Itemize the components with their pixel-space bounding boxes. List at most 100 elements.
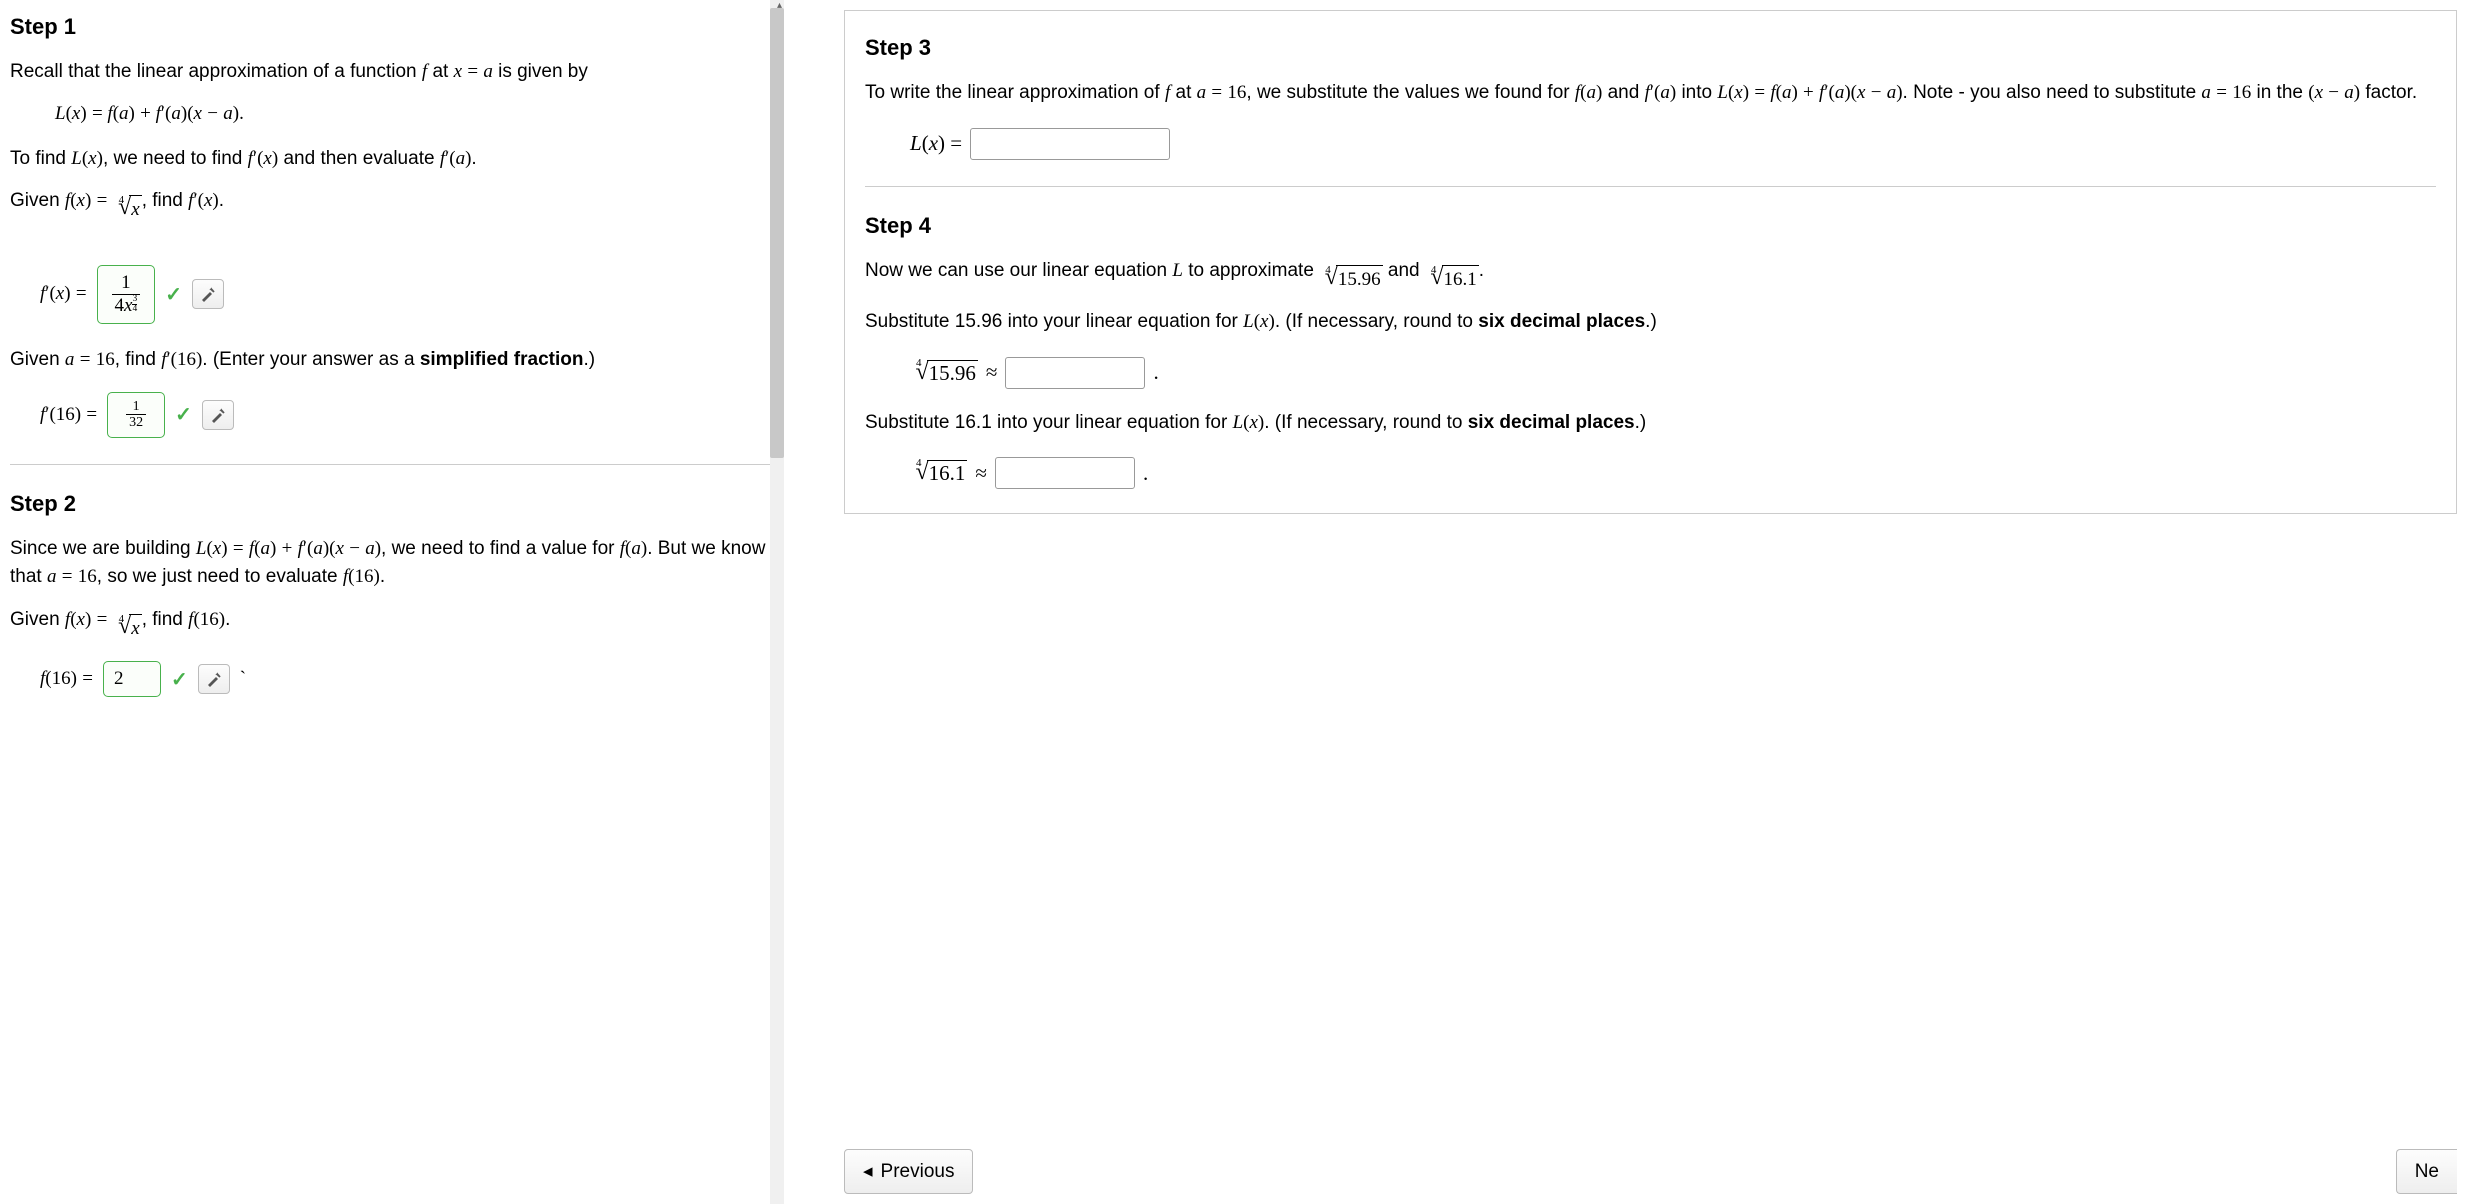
answer3-label: f(16) = [40,668,93,690]
Lx-input[interactable] [970,128,1170,160]
text: . [380,566,385,587]
check-icon: ✓ [175,402,192,427]
text: . [225,609,230,630]
text: to approximate [1183,260,1319,281]
text: To find [10,148,71,169]
text: Given [10,190,65,211]
answer2-label: f′(16) = [40,404,97,426]
bold: six decimal places [1478,311,1645,332]
text: Given [10,349,65,370]
text: . (If necessary, round to [1275,311,1478,332]
answer2-row: f′(16) = 1 32 ✓ [40,392,774,438]
triangle-left-icon: ◂ [863,1160,873,1183]
step4-p1: Now we can use our linear equation L to … [865,257,2436,295]
magic-wand-button[interactable] [198,664,230,694]
text: into [1676,82,1717,103]
denominator: 32 [126,415,146,430]
wand-icon [200,286,216,302]
text: , find [142,609,188,630]
step1-title: Step 1 [10,14,774,40]
root-1596-label: 4√15.96 [910,360,978,386]
previous-button[interactable]: ◂ Previous [844,1149,973,1194]
step3-title: Step 3 [865,35,2436,61]
step2-p2: Given f(x) = 4√x, find f(16). [10,606,774,644]
step4-p3: Substitute 16.1 into your linear equatio… [865,409,2436,438]
magic-wand-button[interactable] [202,400,234,430]
text: Substitute 15.96 into your linear equati… [865,311,1243,332]
bold: simplified fraction [420,349,584,370]
val: 15.96 [929,361,976,385]
text: Now we can use our linear equation [865,260,1172,281]
approx2-row: 4√16.1 ≈ . [910,457,2436,489]
check-icon: ✓ [165,282,182,307]
right-panel: Step 3 To write the linear approximation… [784,0,2467,1204]
text: . Note - you also need to substitute [1903,82,2202,103]
text: Substitute 16.1 into your linear equatio… [865,412,1233,433]
period: . [1153,360,1158,385]
step1-p4: Given a = 16, find f′(16). (Enter your a… [10,346,774,375]
numerator: 1 [126,399,146,415]
text: Recall that the linear approximation of … [10,61,422,82]
step1-p1: Recall that the linear approximation of … [10,58,774,87]
val: 16.1 [929,461,966,485]
text: , we need to find [103,148,248,169]
text: .) [583,349,595,370]
text: in the [2251,82,2308,103]
label: Previous [881,1161,955,1183]
text: and then evaluate [278,148,440,169]
approx-161-input[interactable] [995,457,1135,489]
text: .) [1645,311,1657,332]
text: , we substitute the values we found for [1246,82,1574,103]
text: factor. [2360,82,2417,103]
text: , so we just need to evaluate [97,566,343,587]
step3-p1: To write the linear approximation of f a… [865,79,2436,108]
answer2-box[interactable]: 1 32 [107,392,165,438]
answer1-label: f′(x) = [40,283,87,305]
text: . [219,190,224,211]
value: 2 [114,668,124,689]
scrollbar-thumb[interactable] [770,8,784,458]
approx-1596-input[interactable] [1005,357,1145,389]
text: and [1602,82,1644,103]
next-button[interactable]: Ne [2396,1149,2457,1194]
text: Since we are building [10,538,196,559]
text: . [1479,260,1484,281]
answer1-box[interactable]: 1 4x34 [97,265,156,324]
text: and [1383,260,1425,281]
step3-input-row: L(x) = [910,128,2436,160]
text: , find [115,349,161,370]
text: . [471,148,476,169]
text: To write the linear approximation of [865,82,1165,103]
step4-p2: Substitute 15.96 into your linear equati… [865,308,2436,337]
label: Ne [2415,1161,2439,1183]
check-icon: ✓ [171,667,188,692]
separator [865,186,2436,187]
nav-row: ◂ Previous Ne [844,1125,2457,1194]
text: . (Enter your answer as a [202,349,420,370]
left-panel: Step 1 Recall that the linear approximat… [0,0,784,1204]
text: is given by [498,61,588,82]
step1-p3: Given f(x) = 4√x, find f′(x). [10,187,774,225]
root-161-label: 4√16.1 [910,460,967,486]
step2-title: Step 2 [10,491,774,517]
wand-icon [210,407,226,423]
text: Given [10,609,65,630]
step2-p1: Since we are building L(x) = f(a) + f′(a… [10,535,774,592]
approx1-row: 4√15.96 ≈ . [910,357,2436,389]
bold: six decimal places [1468,412,1635,433]
step1-p2: To find L(x), we need to find f′(x) and … [10,145,774,174]
wand-icon [206,671,222,687]
answer3-box[interactable]: 2 [103,661,161,697]
text: .) [1635,412,1647,433]
separator [10,464,774,465]
answer1-row: f′(x) = 1 4x34 ✓ [40,265,774,324]
coef: 4 [115,295,125,316]
text: . (If necessary, round to [1264,412,1467,433]
magic-wand-button[interactable] [192,279,224,309]
backtick: ` [240,668,246,690]
text: , we need to find a value for [381,538,620,559]
answer3-row: f(16) = 2 ✓ ` [40,661,774,697]
right-card: Step 3 To write the linear approximation… [844,10,2457,514]
step4-title: Step 4 [865,213,2436,239]
Lx-label: L(x) = [910,131,962,156]
